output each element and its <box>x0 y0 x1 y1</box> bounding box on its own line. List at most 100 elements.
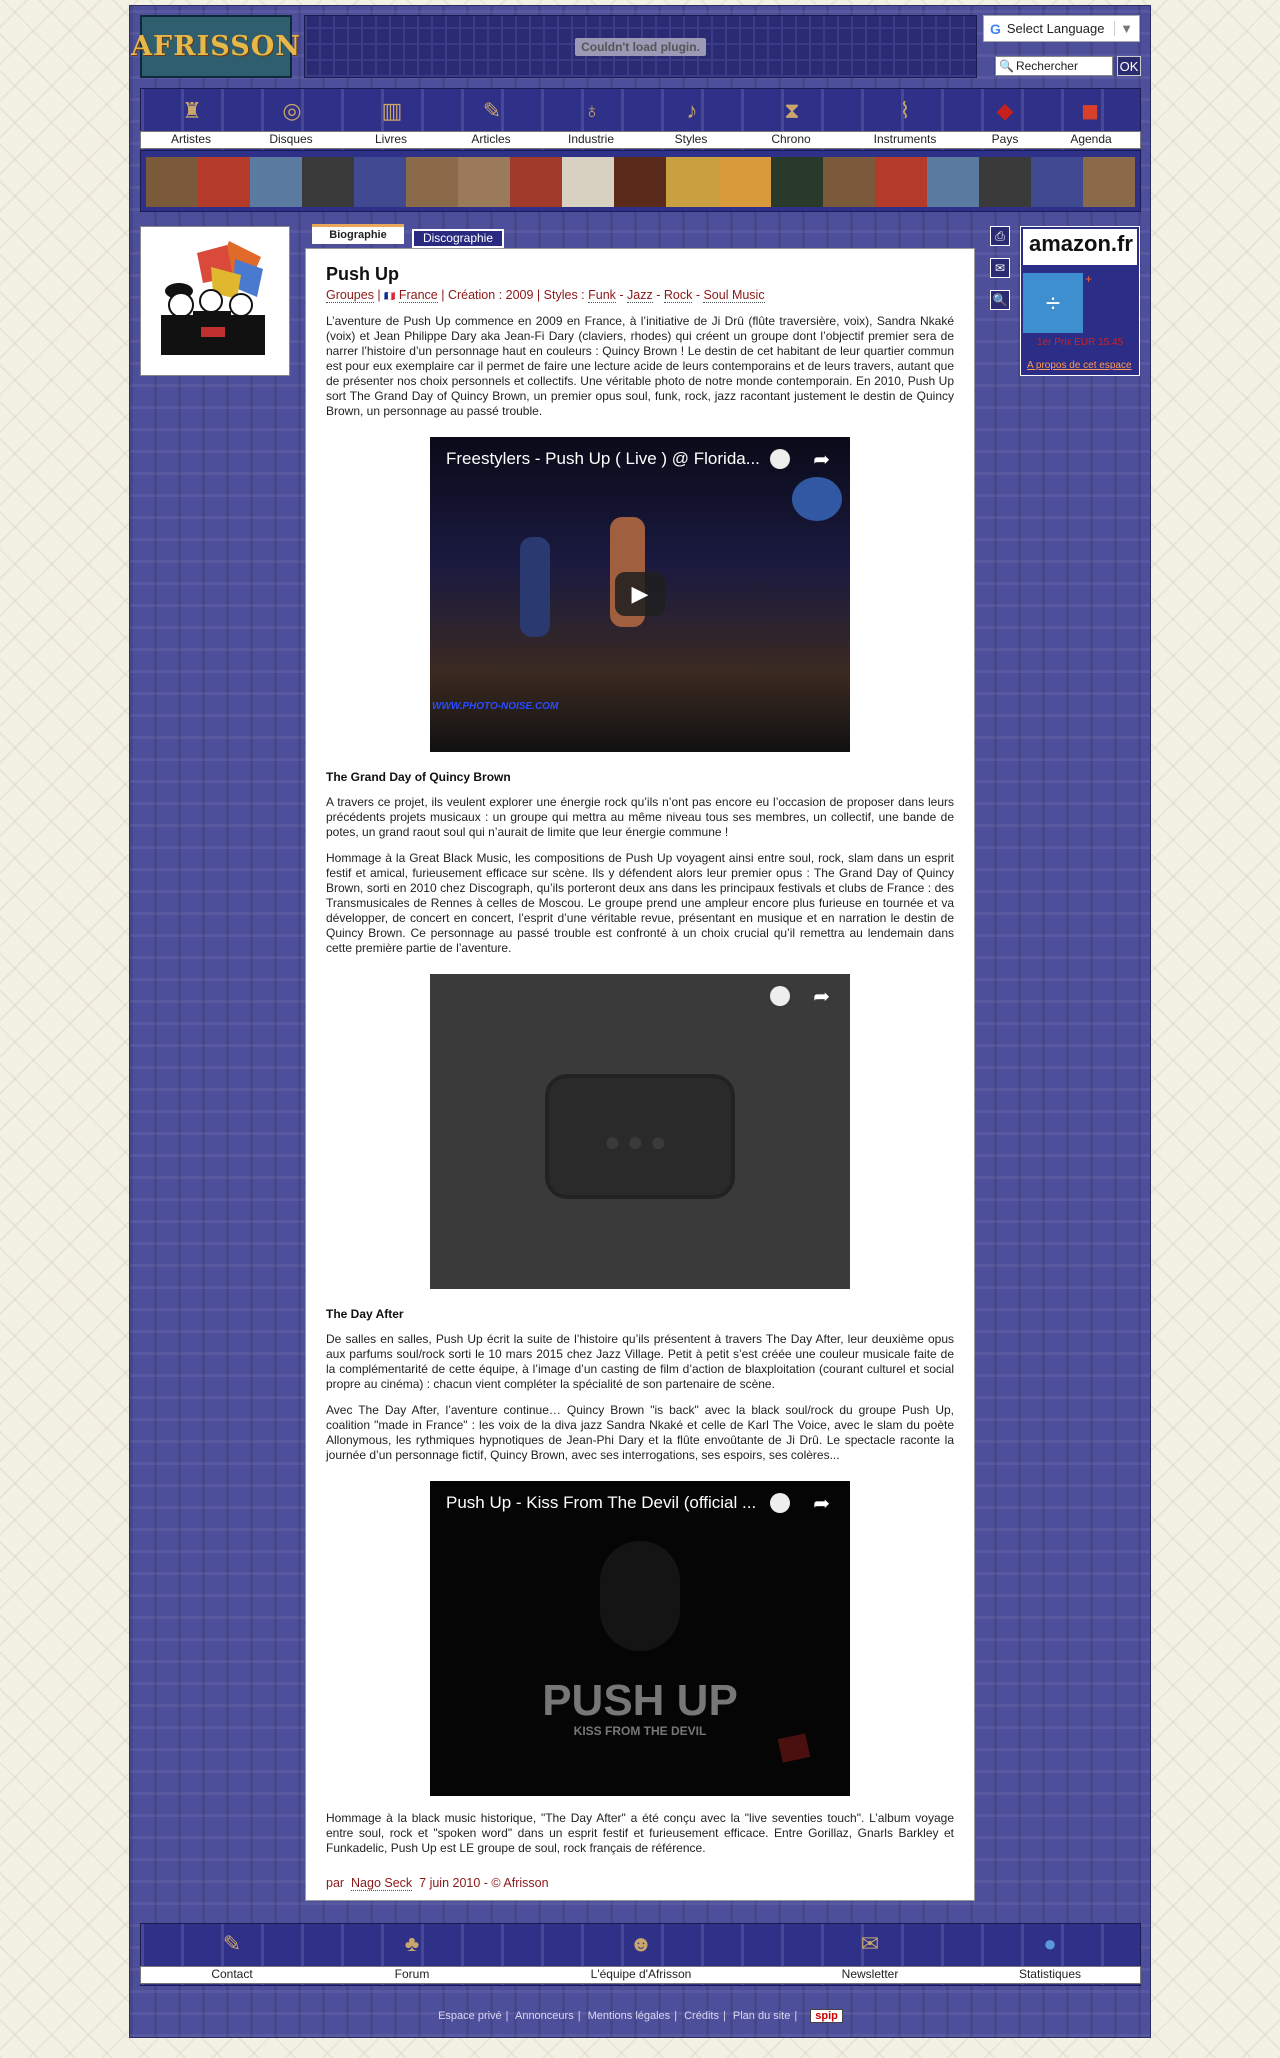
nav-agenda[interactable]: Agenda <box>1046 132 1136 146</box>
style-link-funk[interactable]: Funk <box>588 288 616 303</box>
nav-disques[interactable]: Disques <box>246 132 336 146</box>
country-link[interactable]: France <box>398 288 438 303</box>
style-link-jazz[interactable]: Jazz <box>627 288 653 303</box>
nav-industrie-icon[interactable]: ♁ <box>557 96 627 126</box>
album-cover-thumb[interactable] <box>822 157 875 207</box>
nav-chrono-icon[interactable]: ⧗ <box>757 96 827 126</box>
spip-badge[interactable]: spip <box>810 2009 843 2023</box>
footer-nav-statistics[interactable]: Statistiques <box>980 1967 1120 1981</box>
footer-nav-forum[interactable]: Forum <box>342 1967 482 1981</box>
album-cover-thumb[interactable] <box>614 157 667 207</box>
unavailable-video-icon: ●●● <box>545 1074 735 1199</box>
france-flag-icon: 🇫🇷 <box>384 291 396 301</box>
album-cover-thumb[interactable] <box>302 157 355 207</box>
tree-icon[interactable]: ♣ <box>398 1929 426 1959</box>
amazon-about-link[interactable]: A propos de cet espace <box>1027 360 1132 371</box>
nav-pays-icon[interactable]: ◆ <box>970 96 1040 126</box>
band-photo <box>140 226 290 376</box>
section-title-grand-day: The Grand Day of Quincy Brown <box>326 770 511 784</box>
watch-later-icon[interactable] <box>770 449 790 469</box>
album-cover-thumb[interactable] <box>250 157 303 207</box>
album-cover-thumb[interactable] <box>1030 157 1083 207</box>
album-cover-thumb[interactable] <box>926 157 979 207</box>
chevron-down-icon: ▼ <box>1114 21 1133 36</box>
album-cover-thumb[interactable] <box>458 157 511 207</box>
nav-agenda-icon[interactable]: ◼ <box>1055 96 1125 126</box>
language-select[interactable]: G Select Language ▼ <box>983 15 1140 42</box>
tab-biography[interactable]: Biographie <box>312 224 404 244</box>
nav-artistes-icon[interactable]: ♜ <box>157 96 227 126</box>
footer-link-sitemap[interactable]: Plan du site <box>733 2010 790 2022</box>
footer-link-advertisers[interactable]: Annonceurs <box>515 2010 574 2022</box>
watch-later-icon[interactable] <box>770 1493 790 1513</box>
groups-link[interactable]: Groupes <box>326 288 374 303</box>
footer-nav-contact[interactable]: Contact <box>162 1967 302 1981</box>
video-player[interactable]: Push Up - Kiss From The Devil (official … <box>430 1481 850 1796</box>
nav-chrono[interactable]: Chrono <box>746 132 836 146</box>
play-icon[interactable]: ▶ <box>615 572 665 616</box>
video-player-unavailable[interactable]: ➦ ●●● <box>430 974 850 1289</box>
paragraph-conclusion: Hommage à la black music historique, "Th… <box>326 1811 954 1855</box>
video-player[interactable]: Freestylers - Push Up ( Live ) @ Florida… <box>430 437 850 752</box>
album-cover-thumb[interactable] <box>354 157 407 207</box>
amazon-product-image[interactable]: ÷ <box>1023 273 1083 333</box>
zoom-icon[interactable]: 🔍 <box>990 290 1010 310</box>
style-link-rock[interactable]: Rock <box>663 288 693 303</box>
album-cover-thumb[interactable] <box>146 157 199 207</box>
share-icon[interactable]: ➦ <box>813 984 830 1009</box>
search-placeholder: Rechercher <box>1015 59 1078 73</box>
footer-links: Espace privé | Annonceurs | Mentions légal… <box>140 2009 1141 2023</box>
channel-avatar[interactable] <box>792 477 842 521</box>
album-cover-thumb[interactable] <box>562 157 615 207</box>
amazon-more-link[interactable]: + <box>1085 272 1092 286</box>
paragraph-project: A travers ce projet, ils veulent explore… <box>326 795 954 839</box>
video-title[interactable]: Freestylers - Push Up ( Live ) @ Florida… <box>446 449 766 469</box>
album-cover-thumb[interactable] <box>666 157 719 207</box>
footer-nav-team[interactable]: L'équipe d'Afrisson <box>571 1967 711 1981</box>
share-icon[interactable]: ➦ <box>813 1491 830 1516</box>
mask-icon[interactable]: ☻ <box>627 1929 655 1959</box>
nav-livres[interactable]: Livres <box>346 132 436 146</box>
album-cover-thumb[interactable] <box>978 157 1031 207</box>
album-cover-thumb[interactable] <box>770 157 823 207</box>
globe-icon[interactable]: ● <box>1036 1929 1064 1959</box>
album-cover-thumb[interactable] <box>718 157 771 207</box>
amazon-price: 1er Prix EUR 15.45 <box>1037 337 1124 348</box>
footer-link-private[interactable]: Espace privé <box>438 2010 502 2022</box>
album-cover-thumb[interactable] <box>1082 157 1135 207</box>
footer-link-credits[interactable]: Crédits <box>684 2010 719 2022</box>
nav-disques-icon[interactable]: ◎ <box>257 96 327 126</box>
nav-instruments-icon[interactable]: ⌇ <box>870 96 940 126</box>
author-link[interactable]: Nago Seck <box>351 1876 413 1891</box>
search-button[interactable]: OK <box>1117 56 1141 76</box>
nav-pays[interactable]: Pays <box>960 132 1050 146</box>
video-title[interactable]: Push Up - Kiss From The Devil (official … <box>446 1493 766 1513</box>
search-input[interactable]: 🔍 Rechercher <box>995 56 1113 76</box>
style-link-soul-music[interactable]: Soul Music <box>703 288 765 303</box>
nav-articles[interactable]: Articles <box>446 132 536 146</box>
amazon-logo[interactable]: amazon.fr <box>1023 229 1137 265</box>
site-logo[interactable]: AFRISSON <box>131 15 300 78</box>
share-icon[interactable]: ➦ <box>813 447 830 472</box>
article-meta: Groupes | 🇫🇷 France | Création : 2009 | … <box>326 288 765 303</box>
album-cover-thumb[interactable] <box>510 157 563 207</box>
nav-articles-icon[interactable]: ✎ <box>457 96 527 126</box>
nav-industrie[interactable]: Industrie <box>546 132 636 146</box>
email-icon[interactable]: ✉ <box>990 258 1010 278</box>
footer-link-legal[interactable]: Mentions légales <box>588 2010 671 2022</box>
nav-instruments[interactable]: Instruments <box>860 132 950 146</box>
nav-livres-icon[interactable]: ▥ <box>357 96 427 126</box>
tab-discography[interactable]: Discographie <box>412 229 504 248</box>
letter-icon[interactable]: ✉ <box>856 1929 884 1959</box>
print-icon[interactable]: ⎙ <box>990 226 1010 246</box>
nav-styles[interactable]: Styles <box>646 132 736 146</box>
contact-icon[interactable]: ✎ <box>218 1929 246 1959</box>
nav-artistes[interactable]: Artistes <box>146 132 236 146</box>
footer-nav-newsletter[interactable]: Newsletter <box>800 1967 940 1981</box>
album-cover-thumb[interactable] <box>198 157 251 207</box>
album-cover-thumb[interactable] <box>874 157 927 207</box>
publish-date: 7 juin 2010 - © Afrisson <box>419 1876 549 1890</box>
album-cover-thumb[interactable] <box>406 157 459 207</box>
nav-styles-icon[interactable]: ♪ <box>657 96 727 126</box>
watch-later-icon[interactable] <box>770 986 790 1006</box>
